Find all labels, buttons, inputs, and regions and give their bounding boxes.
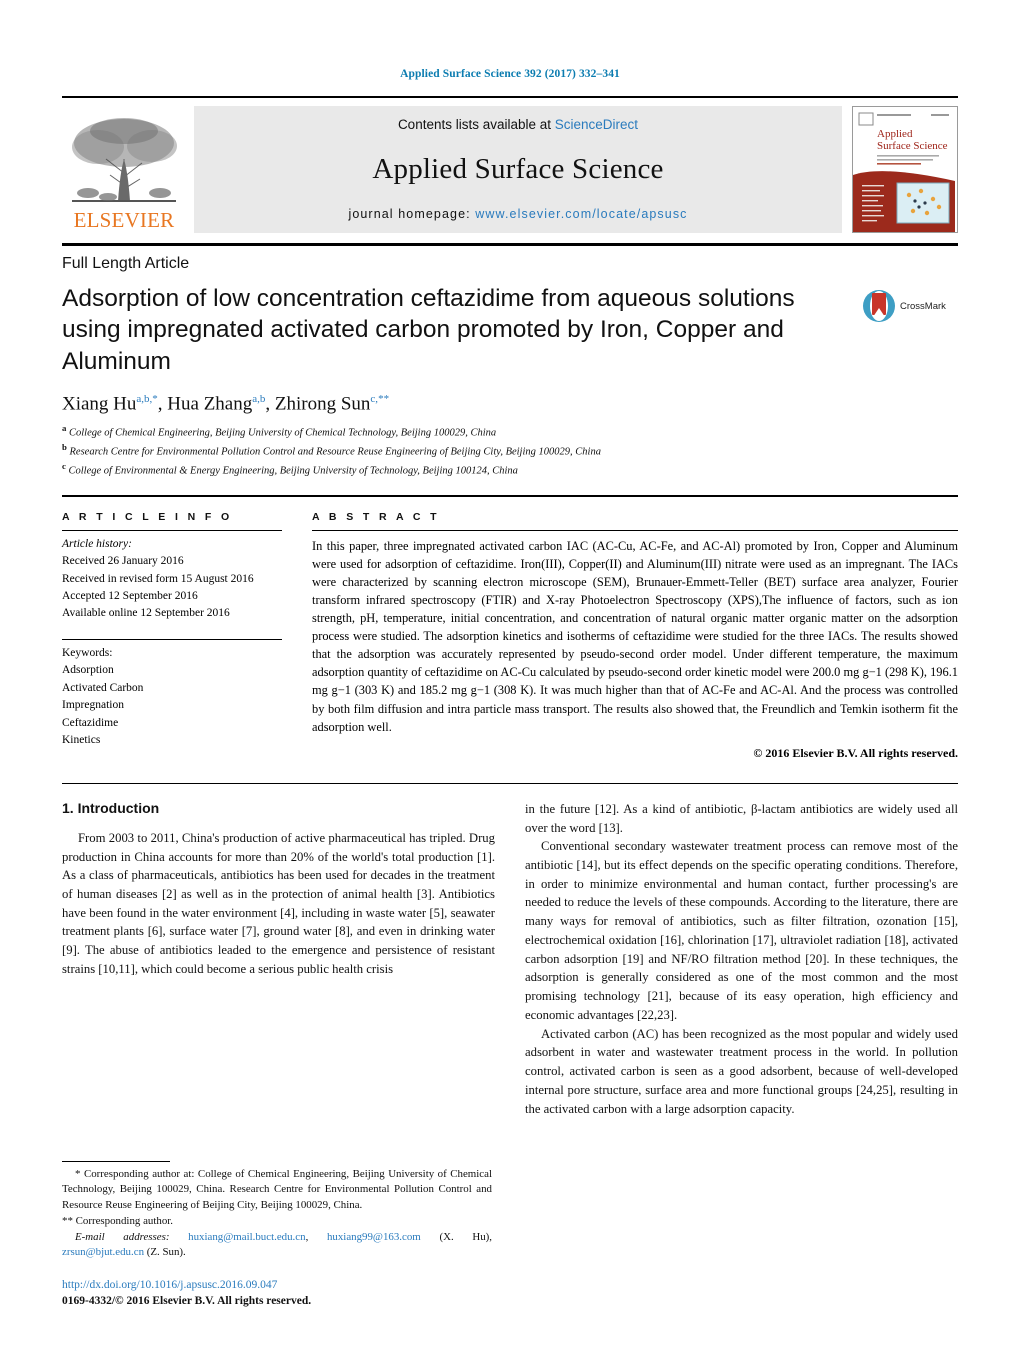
title-block: Full Length Article Adsorption of low co… xyxy=(62,243,958,479)
affiliation-list: a College of Chemical Engineering, Beiji… xyxy=(62,422,958,478)
journal-article-page: Applied Surface Science 392 (2017) 332–3… xyxy=(0,0,1020,1351)
elsevier-wordmark: ELSEVIER xyxy=(73,208,175,232)
affiliation-text: College of Chemical Engineering, Beijing… xyxy=(69,427,497,439)
doi-link[interactable]: http://dx.doi.org/10.1016/j.apsusc.2016.… xyxy=(62,1277,502,1293)
crossmark-icon xyxy=(863,290,895,322)
body-column-right: in the future [12]. As a kind of antibio… xyxy=(525,800,958,1118)
article-history-block: Article history: Received 26 January 201… xyxy=(62,531,282,623)
author-affil-mark: a,b xyxy=(252,393,266,406)
keywords-block: Keywords: Adsorption Activated Carbon Im… xyxy=(62,640,282,750)
keyword-item: Ceftazidime xyxy=(62,716,119,729)
journal-cover-thumbnail: Applied Surface Science xyxy=(852,106,958,233)
paragraph: Conventional secondary wastewater treatm… xyxy=(525,839,958,1022)
email-link-3[interactable]: zrsun@bjut.edu.cn xyxy=(62,1246,144,1258)
author-affil-mark: c, xyxy=(370,393,379,406)
history-item: Accepted 12 September 2016 xyxy=(62,589,198,602)
journal-masthead: ELSEVIER Contents lists available at Sci… xyxy=(62,96,958,233)
email-link-1[interactable]: huxiang@mail.buct.edu.cn xyxy=(188,1231,305,1243)
corresponding-author-note-1: * Corresponding author at: College of Ch… xyxy=(62,1167,492,1212)
body-column-left: 1. Introduction From 2003 to 2011, China… xyxy=(62,800,495,1118)
abstract-column: A B S T R A C T In this paper, three imp… xyxy=(312,511,958,761)
author-corresponding-mark: * xyxy=(152,393,158,406)
email-addresses-note: E-mail addresses: huxiang@mail.buct.edu.… xyxy=(62,1230,492,1261)
keyword-item: Adsorption xyxy=(62,664,114,677)
history-item: Received in revised form 15 August 2016 xyxy=(62,572,254,585)
affiliation-text: Research Centre for Environmental Pollut… xyxy=(69,446,601,458)
info-abstract-region: A R T I C L E I N F O Article history: R… xyxy=(62,494,958,761)
paragraph: From 2003 to 2011, China's production of… xyxy=(62,830,495,976)
affiliation-item: a College of Chemical Engineering, Beiji… xyxy=(62,422,958,441)
homepage-prefix: journal homepage: xyxy=(348,207,476,221)
abstract-text: In this paper, three impregnated activat… xyxy=(312,538,958,734)
affiliation-mark: c xyxy=(62,460,66,471)
affiliation-item: c College of Environmental & Energy Engi… xyxy=(62,460,958,479)
crossmark-label: CrossMark xyxy=(900,300,946,312)
keywords-label: Keywords: xyxy=(62,646,113,659)
email-owner-3: (Z. Sun). xyxy=(146,1246,186,1259)
affiliation-mark: b xyxy=(62,442,67,453)
svg-text:Surface Science: Surface Science xyxy=(877,140,948,152)
corresponding-author-note-2: ** Corresponding author. xyxy=(62,1214,174,1227)
email-owner-1: (X. Hu), xyxy=(439,1230,492,1243)
keyword-item: Kinetics xyxy=(62,734,101,747)
paragraph: Activated carbon (AC) has been recognize… xyxy=(525,1026,958,1116)
affiliation-text: College of Environmental & Energy Engine… xyxy=(68,465,518,477)
abstract-heading: A B S T R A C T xyxy=(312,510,440,523)
sciencedirect-link[interactable]: ScienceDirect xyxy=(555,117,638,132)
history-item: Available online 12 September 2016 xyxy=(62,607,230,620)
section-heading-introduction: 1. Introduction xyxy=(62,799,160,816)
keyword-item: Impregnation xyxy=(62,699,124,712)
elsevier-logo: ELSEVIER xyxy=(62,106,186,233)
issn-copyright-line: 0169-4332/© 2016 Elsevier B.V. All right… xyxy=(62,1294,312,1307)
keyword-item: Activated Carbon xyxy=(62,681,144,694)
footnote-block: * Corresponding author at: College of Ch… xyxy=(62,1160,492,1261)
elsevier-tree-icon xyxy=(72,118,177,202)
author-list: Xiang Hua,b,*, Hua Zhanga,b, Zhirong Sun… xyxy=(62,393,390,415)
paragraph: in the future [12]. As a kind of antibio… xyxy=(525,801,958,835)
running-head: Applied Surface Science 392 (2017) 332–3… xyxy=(400,68,620,80)
affiliation-item: b Research Centre for Environmental Poll… xyxy=(62,441,958,460)
homepage-url-link[interactable]: www.elsevier.com/locate/apsusc xyxy=(475,207,687,221)
affiliation-mark: a xyxy=(62,423,67,434)
journal-homepage-line: journal homepage: www.elsevier.com/locat… xyxy=(348,207,687,221)
page-title: Adsorption of low concentration ceftazid… xyxy=(62,285,795,375)
abstract-copyright: © 2016 Elsevier B.V. All rights reserved… xyxy=(753,745,958,760)
article-history-label: Article history: xyxy=(62,537,132,550)
article-type-label: Full Length Article xyxy=(62,255,190,272)
cover-artwork: Applied Surface Science xyxy=(853,107,955,232)
svg-text:Applied: Applied xyxy=(877,128,913,140)
document-footer: http://dx.doi.org/10.1016/j.apsusc.2016.… xyxy=(62,1277,502,1309)
contents-prefix: Contents lists available at xyxy=(397,117,555,132)
author-affil-mark: a,b, xyxy=(136,393,153,406)
contents-available-line: Contents lists available at ScienceDirec… xyxy=(398,117,638,132)
article-info-heading: A R T I C L E I N F O xyxy=(62,510,233,523)
journal-title: Applied Surface Science xyxy=(372,153,664,185)
article-info-column: A R T I C L E I N F O Article history: R… xyxy=(62,511,282,761)
email-label: E-mail addresses: xyxy=(75,1230,170,1243)
journal-band: Contents lists available at ScienceDirec… xyxy=(194,106,842,233)
article-body: 1. Introduction From 2003 to 2011, China… xyxy=(62,782,958,1118)
author-corresponding-mark: ** xyxy=(378,393,390,406)
history-item: Received 26 January 2016 xyxy=(62,555,184,568)
footnote-divider xyxy=(62,1160,170,1162)
email-sep: , xyxy=(305,1230,327,1243)
email-link-2[interactable]: huxiang99@163.com xyxy=(327,1231,421,1243)
crossmark-badge[interactable]: CrossMark xyxy=(862,289,958,323)
